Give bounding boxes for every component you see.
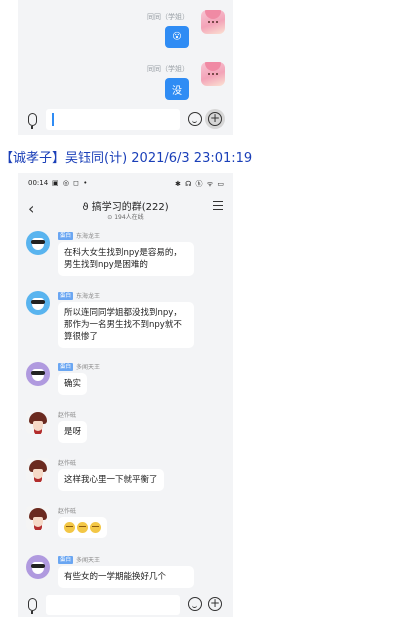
sender-name: 东海龙王 xyxy=(76,293,101,300)
message-input-bar: + xyxy=(18,104,233,135)
message-input-bar: + xyxy=(18,592,233,617)
avatar[interactable] xyxy=(26,458,50,482)
microphone-icon[interactable] xyxy=(28,113,37,129)
message-input[interactable] xyxy=(46,109,180,130)
message-meta: 蛋白 多闻天王 xyxy=(58,555,100,564)
sender-name: 多闻天王 xyxy=(76,364,101,371)
message-meta: 赵作砥 xyxy=(58,458,76,467)
avatar[interactable] xyxy=(26,231,50,255)
sender-name: 东海龙王 xyxy=(76,233,101,240)
message-bubble[interactable]: 这样我心里一下就平衡了 xyxy=(58,469,164,491)
message-bubble[interactable] xyxy=(58,517,107,538)
online-count: ⊙ 194人在线 xyxy=(107,214,144,221)
system-icons: ✱ ☊ ⓗ ᯤ ▭ xyxy=(175,180,225,188)
status-bar: 00:14 ▣ ◎ ◻ • ✱ ☊ ⓗ ᯤ ▭ xyxy=(18,173,233,191)
grin-emoji-icon xyxy=(90,522,101,533)
message-bubble[interactable]: 有些女的一学期能换好几个 xyxy=(58,566,194,588)
message-bubble[interactable]: 所以连同同学姐都没找到npy，那作为一名男生找不到npy就不算很惨了 xyxy=(58,302,194,348)
message-bubble[interactable]: 😮 xyxy=(165,26,189,48)
avatar[interactable] xyxy=(201,10,225,34)
avatar[interactable] xyxy=(26,555,50,579)
plus-icon[interactable]: + xyxy=(208,597,222,611)
message-bubble[interactable]: 没 xyxy=(165,78,189,100)
sender-name: 同同（学姐） xyxy=(147,65,189,73)
message-input[interactable] xyxy=(46,595,180,615)
avatar[interactable] xyxy=(201,62,225,86)
role-badge: 蛋白 xyxy=(58,231,74,240)
role-badge: 蛋白 xyxy=(58,362,74,371)
message-bubble[interactable]: 是呀 xyxy=(58,421,88,443)
sender-caption: 【诚孝子】吴钰同(计) 2021/6/3 23:01:19 xyxy=(0,151,253,166)
message-bubble[interactable]: 在科大女生找到npy是容易的，男生找到npy是困难的 xyxy=(58,242,194,276)
grin-emoji-icon xyxy=(77,522,88,533)
message-bubble[interactable]: 确实 xyxy=(58,373,88,395)
emoji-icon[interactable] xyxy=(188,112,202,126)
bottom-chat-screenshot: 00:14 ▣ ◎ ◻ • ✱ ☊ ⓗ ᯤ ▭ ‹ ϑ 搞学习的群(222) ⊙… xyxy=(18,173,233,617)
plus-icon[interactable]: + xyxy=(208,112,222,126)
notification-icons: ▣ ◎ ◻ • xyxy=(52,179,89,187)
chat-header: ‹ ϑ 搞学习的群(222) ⊙ 194人在线 xyxy=(18,191,233,225)
message-meta: 蛋白 多闻天王 xyxy=(58,362,100,371)
sender-name: 赵作砥 xyxy=(58,460,77,467)
emoji-icon[interactable] xyxy=(188,597,202,611)
role-badge: 蛋白 xyxy=(58,291,74,300)
sender-name: 同同（学姐） xyxy=(147,13,189,21)
text-cursor xyxy=(52,113,54,126)
avatar[interactable] xyxy=(26,506,50,530)
sender-name: 赵作砥 xyxy=(58,508,77,515)
status-time: 00:14 xyxy=(28,179,49,187)
message-meta: 赵作砥 xyxy=(58,506,76,515)
menu-icon[interactable] xyxy=(213,201,223,210)
message-meta: 赵作砥 xyxy=(58,410,76,419)
chat-message: 同同（学姐） 😮 xyxy=(18,0,233,48)
avatar[interactable] xyxy=(26,291,50,315)
emoji-icon: 😮 xyxy=(172,32,182,42)
group-title: ϑ 搞学习的群(222) xyxy=(18,198,233,213)
microphone-icon[interactable] xyxy=(28,598,37,614)
grin-emoji-icon xyxy=(64,522,75,533)
avatar[interactable] xyxy=(26,410,50,434)
avatar[interactable] xyxy=(26,362,50,386)
role-badge: 蛋白 xyxy=(58,555,74,564)
sender-name: 赵作砥 xyxy=(58,412,77,419)
chat-message: 同同（学姐） 没 xyxy=(18,52,233,100)
top-chat-screenshot: 同同（学姐） 😮 同同（学姐） 没 + xyxy=(18,0,233,135)
message-meta: 蛋白 东海龙王 xyxy=(58,231,100,240)
message-meta: 蛋白 东海龙王 xyxy=(58,291,100,300)
sender-name: 多闻天王 xyxy=(76,557,101,564)
